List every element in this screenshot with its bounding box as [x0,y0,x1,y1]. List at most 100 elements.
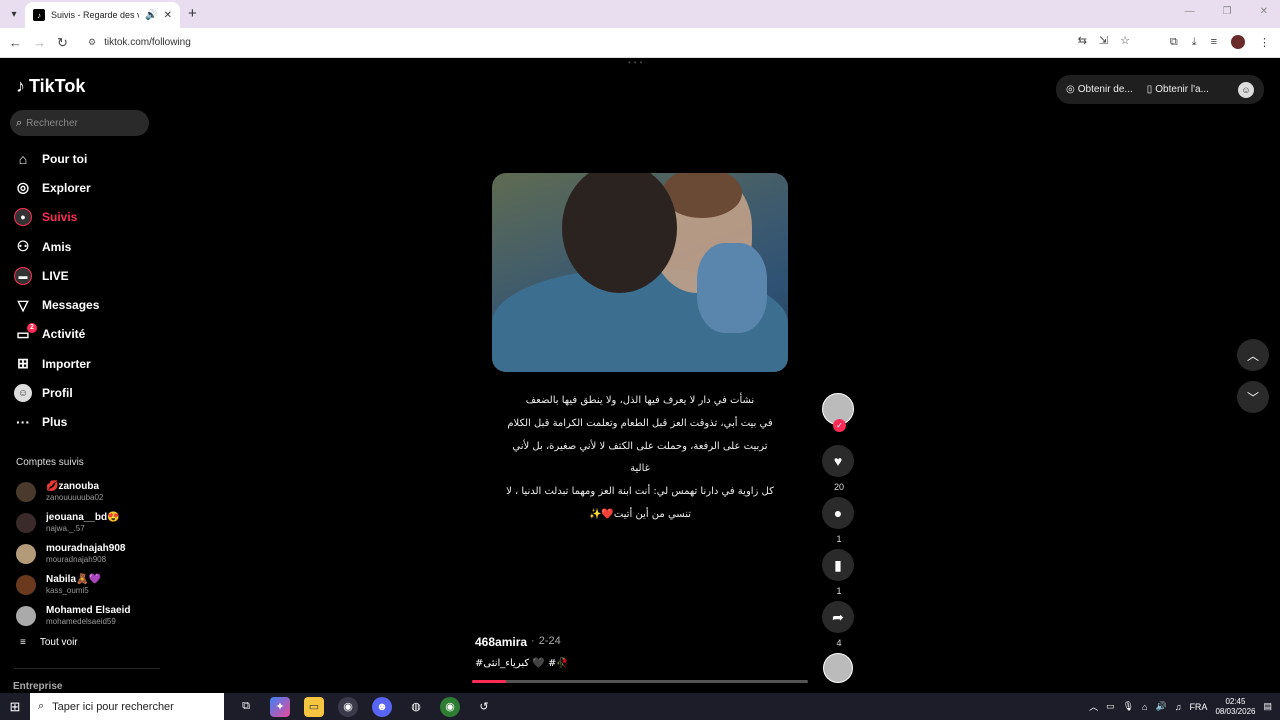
reload-button[interactable]: ↻ [57,35,68,51]
tab-title: Suivis - Regarde des vidéos [51,10,139,20]
network-icon[interactable]: ⌂ [1142,702,1147,712]
discord-icon[interactable]: ☻ [372,696,392,717]
forward-button[interactable]: → [33,35,46,51]
music-avatar[interactable] [823,653,853,683]
tab-search-button[interactable]: ▾ [5,5,23,23]
task-view-icon[interactable]: ⧉ [236,697,256,717]
sidebar-item-live[interactable]: ▬ LIVE [14,261,164,290]
followed-account[interactable]: mouradnajah908 mouradnajah908 [16,538,166,569]
live-icon: ▬ [14,266,32,285]
save-button[interactable]: ▮ [822,549,854,581]
see-all-link[interactable]: ≡ Tout voir [20,637,78,648]
follow-check-icon[interactable]: ✓ [833,419,846,432]
browser-toolbar: ← → ↻ ⚙ tiktok.com/following ⇆ ⇲ ☆ ⧉ ⤓ ≡… [0,28,1280,58]
more-icon: ··· [16,414,30,431]
search-bar[interactable]: ⌕ [10,110,149,136]
avatar [16,574,36,595]
tiktok-logo[interactable]: ♪ TikTok [16,76,85,97]
sidebar-item-plus[interactable]: ··· Plus [14,408,164,437]
microphone-icon[interactable]: 🎙 [1123,701,1134,712]
creator-avatar[interactable]: ✓ [822,393,854,432]
sidebar-item-label: Activité [42,327,86,342]
translate-icon[interactable]: ⇆ [1078,34,1087,47]
battery-icon[interactable]: ▭ [1106,701,1115,712]
previous-video-button[interactable]: ︿ [1237,339,1269,371]
restore-button[interactable]: ❐ [1223,6,1232,17]
user-avatar[interactable]: ☺ [1238,81,1254,98]
extensions-icon[interactable]: ⧉ [1170,36,1178,49]
back-button[interactable]: ← [9,35,22,51]
sidebar-item-suivis[interactable]: ● Suivis [14,203,164,232]
bookmark-star-icon[interactable]: ☆ [1120,34,1130,47]
sidebar-item-explorer[interactable]: ◎ Explorer [14,173,164,202]
file-explorer-icon[interactable]: ▭ [304,696,324,717]
sound-icon[interactable]: ♫ [1175,702,1182,712]
like-button[interactable]: ♥ [822,445,854,477]
sidebar-item-label: Amis [42,239,72,254]
steam-icon[interactable]: ◍ [406,697,426,717]
get-coins-button[interactable]: ◎ Obtenir de... [1066,84,1133,95]
followed-account[interactable]: 💋zanouba zanouuuuuba02 [16,476,166,507]
followed-account[interactable]: jeouana__bd😍 najwa._.57 [16,507,166,538]
new-tab-button[interactable]: + [188,5,197,23]
chrome-icon[interactable]: ◉ [338,696,358,717]
language-indicator[interactable]: FRA [1189,702,1207,712]
audio-icon[interactable]: 🔊 [145,10,157,21]
site-info-icon[interactable]: ⚙ [88,37,96,48]
downloads-icon[interactable]: ⤓ [1192,36,1197,49]
minimize-button[interactable]: — [1185,6,1195,17]
search-icon: ⌕ [16,116,23,129]
avatar [16,481,36,502]
get-app-button[interactable]: ▯ Obtenir l'a... [1147,84,1209,95]
search-input[interactable] [26,117,137,129]
close-window-button[interactable]: ✕ [1260,6,1268,17]
tiktok-favicon-icon: ♪ [33,9,45,21]
browser-tab[interactable]: ♪ Suivis - Regarde des vidéos 🔊 ✕ [25,2,180,28]
browser-menu-icon[interactable]: ⋮ [1259,36,1270,49]
address-bar[interactable]: ⚙ tiktok.com/following ⇆ ⇲ ☆ [80,31,1140,54]
avatar [16,543,36,564]
browser-profile-avatar[interactable] [1231,35,1245,49]
sidebar-item-messages[interactable]: ▽ Messages [14,290,164,319]
account-username: mohamedelsaeid59 [46,616,116,626]
reading-list-icon[interactable]: ≡ [1211,36,1217,48]
next-video-button[interactable]: ﹀ [1237,381,1269,413]
sidebar-item-profil[interactable]: ☺ Profil [14,378,164,407]
compass-icon: ◎ [16,179,30,196]
chrome-profile-icon[interactable]: ◉ [440,696,460,717]
video-frame-part [697,243,767,333]
install-app-icon[interactable]: ⇲ [1099,34,1108,47]
sidebar-item-label: Pour toi [42,151,88,166]
sidebar-item-amis[interactable]: ⚇ Amis [14,232,164,261]
sidebar-item-pour-toi[interactable]: ⌂ Pour toi [14,144,164,173]
sidebar-item-label: Explorer [42,180,91,195]
post-hashtags[interactable]: #كبرياء_انثى 🖤 #🥀 [475,658,569,669]
app-icon[interactable]: ↺ [474,697,494,717]
volume-icon[interactable]: 🔊 [1155,701,1166,712]
enterprise-link[interactable]: Entreprise [13,681,62,692]
sidebar-item-activite[interactable]: ▭ 2 Activité [14,320,164,349]
start-button[interactable]: ⊞ [0,693,30,720]
clock-time: 02:45 [1225,696,1246,706]
post-author[interactable]: 468amira · 2-24 [475,635,561,649]
notifications-icon[interactable]: ▤ [1263,701,1272,712]
comment-icon: ● [833,505,843,521]
comment-button[interactable]: ● [822,497,854,529]
followed-account[interactable]: Nabila🧸💜 kass_oumi5 [16,569,166,600]
sidebar-item-label: Profil [42,386,73,401]
account-name: Mohamed Elsaeid [46,604,131,616]
clock[interactable]: 02:45 08/03/2026 [1215,697,1255,717]
followed-account[interactable]: Mohamed Elsaeid mohamedelsaeid59 [16,600,166,631]
close-tab-icon[interactable]: ✕ [164,10,172,21]
copilot-icon[interactable]: ✦ [270,696,290,717]
taskbar-search[interactable]: ⌕ Taper ici pour rechercher [30,693,224,720]
following-icon: ● [14,208,32,227]
chevron-up-icon: ︿ [1246,348,1259,363]
taskbar-apps: ⧉ ✦ ▭ ◉ ☻ ◍ ◉ ↺ [236,696,494,717]
tray-expand-icon[interactable]: ︿ [1089,700,1098,713]
share-button[interactable]: ➦ [822,601,854,633]
sidebar-item-importer[interactable]: ⊞ Importer [14,349,164,378]
video-progress-bar[interactable] [472,680,808,683]
account-name: jeouana__bd😍 [46,511,120,523]
video-player[interactable] [492,173,788,372]
